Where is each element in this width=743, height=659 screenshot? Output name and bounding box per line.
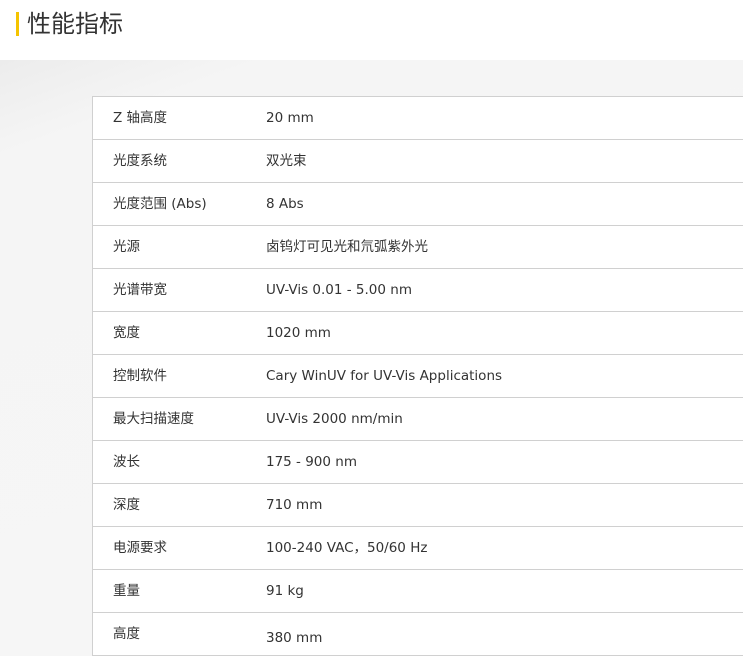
spec-row-light-source: 光源 卤钨灯可见光和氘弧紫外光: [93, 226, 743, 269]
spec-row-max-scan-speed: 最大扫描速度 UV-Vis 2000 nm/min: [93, 398, 743, 441]
section-header: 性能指标: [0, 0, 743, 60]
spec-label: 重量: [113, 583, 140, 599]
spec-value: 1020 mm: [266, 325, 331, 341]
spec-label: 光度范围 (Abs): [113, 196, 207, 212]
spec-label: Z 轴高度: [113, 110, 168, 126]
section-accent-bar: [16, 12, 19, 36]
spec-row-photometric-system: 光度系统 双光束: [93, 140, 743, 183]
spec-row-control-software: 控制软件 Cary WinUV for UV-Vis Applications: [93, 355, 743, 398]
spec-table: Z 轴高度 20 mm 光度系统 双光束 光度范围 (Abs) 8 Abs 光源…: [92, 96, 743, 656]
spec-value: Cary WinUV for UV-Vis Applications: [266, 368, 503, 384]
spec-value: 8 Abs: [266, 196, 304, 212]
spec-label: 光源: [113, 239, 140, 255]
spec-label: 宽度: [113, 325, 140, 341]
spec-value: 100-240 VAC，50/60 Hz: [266, 540, 428, 556]
spec-label: 深度: [113, 497, 140, 513]
spec-value: 380 mm: [266, 630, 323, 646]
spec-value: 710 mm: [266, 497, 323, 513]
spec-label: 控制软件: [113, 368, 167, 384]
spec-row-weight: 重量 91 kg: [93, 570, 743, 613]
spec-value: 卤钨灯可见光和氘弧紫外光: [266, 239, 428, 255]
spec-value: UV-Vis 0.01 - 5.00 nm: [266, 282, 412, 298]
spec-row-depth: 深度 710 mm: [93, 484, 743, 527]
spec-row-height: 高度 380 mm: [93, 613, 743, 656]
spec-label: 最大扫描速度: [113, 411, 194, 427]
spec-row-spectral-bandwidth: 光谱带宽 UV-Vis 0.01 - 5.00 nm: [93, 269, 743, 312]
spec-value: 双光束: [266, 153, 307, 169]
spec-row-width: 宽度 1020 mm: [93, 312, 743, 355]
spec-label: 光度系统: [113, 153, 167, 169]
spec-row-power-requirements: 电源要求 100-240 VAC，50/60 Hz: [93, 527, 743, 570]
spec-value: 20 mm: [266, 110, 314, 126]
spec-label: 电源要求: [113, 540, 167, 556]
spec-value: 175 - 900 nm: [266, 454, 357, 470]
spec-label: 光谱带宽: [113, 282, 167, 298]
spec-row-photometric-range: 光度范围 (Abs) 8 Abs: [93, 183, 743, 226]
spec-label: 波长: [113, 454, 140, 470]
section-title: 性能指标: [27, 10, 123, 38]
spec-value: 91 kg: [266, 583, 304, 599]
spec-row-wavelength: 波长 175 - 900 nm: [93, 441, 743, 484]
spec-row-z-axis-height: Z 轴高度 20 mm: [93, 97, 743, 140]
spec-label: 高度: [113, 626, 140, 642]
spec-value: UV-Vis 2000 nm/min: [266, 411, 403, 427]
